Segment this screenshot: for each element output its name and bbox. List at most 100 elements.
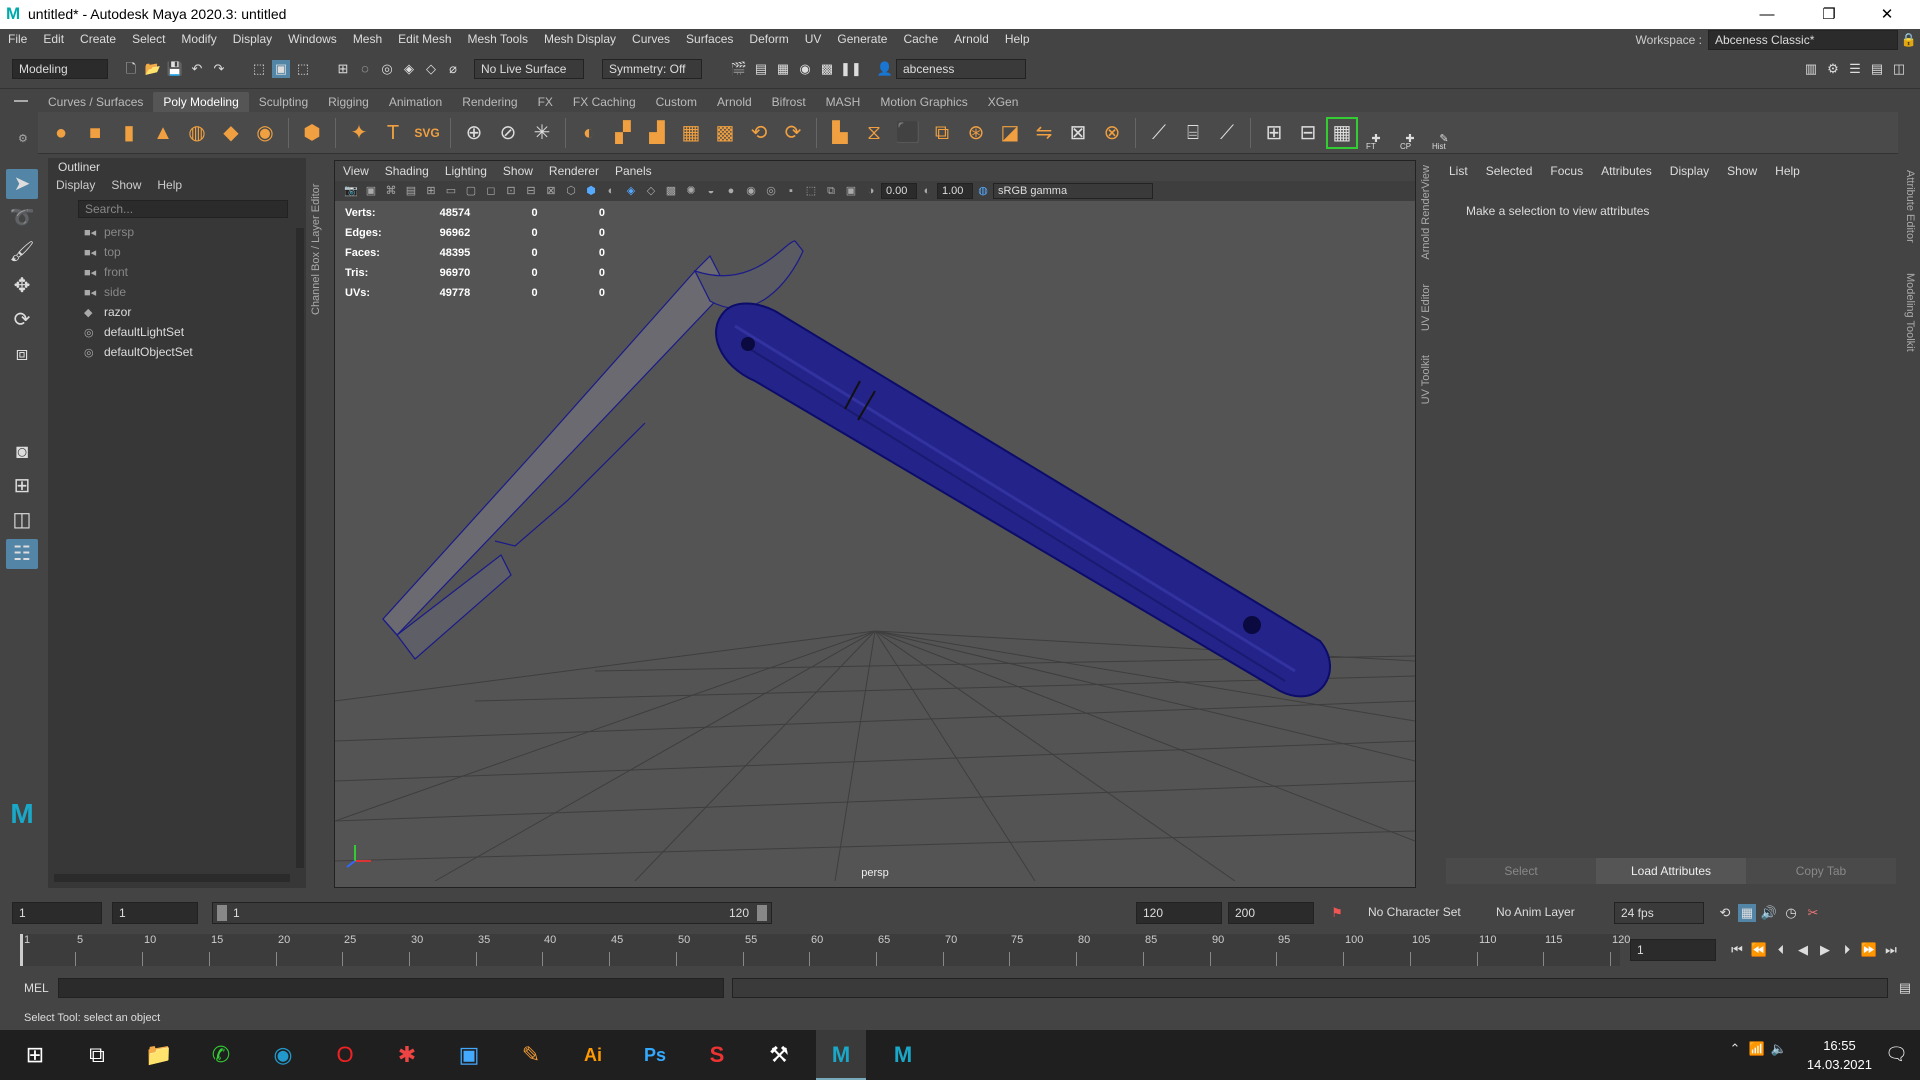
vp-menu-renderer[interactable]: Renderer <box>549 161 599 181</box>
time-editor-icon[interactable]: ◷ <box>1782 904 1800 922</box>
copy-tab-button[interactable]: Copy Tab <box>1746 858 1896 884</box>
anim-layer-dropdown[interactable]: No Anim Layer <box>1490 902 1600 924</box>
maya-taskbar-icon-2[interactable]: M <box>878 1030 928 1080</box>
isolate-select-icon[interactable]: ⬚ <box>804 184 818 198</box>
uv-checker-icon[interactable]: ▦ <box>1326 116 1358 149</box>
wireframe-on-shaded-icon[interactable]: ◈ <box>624 184 638 198</box>
close-button[interactable]: ✕ <box>1864 0 1910 29</box>
tab-mash[interactable]: MASH <box>816 92 871 112</box>
file-explorer-icon[interactable]: 📁 <box>134 1030 184 1080</box>
xray-active-icon[interactable]: ▣ <box>844 184 858 198</box>
scale-tool-icon[interactable]: ⧈ <box>6 339 38 369</box>
menu-edit-mesh[interactable]: Edit Mesh <box>390 29 459 50</box>
undo-icon[interactable]: ↶ <box>188 60 206 78</box>
super-shape-icon[interactable]: ✦ <box>345 119 373 147</box>
go-end-icon[interactable]: ⏭ <box>1882 941 1900 959</box>
outliner-hscrollbar[interactable] <box>54 874 290 882</box>
load-attributes-button[interactable]: Load Attributes <box>1596 858 1746 884</box>
outliner-item[interactable]: ■◂ side <box>48 282 306 302</box>
maya-taskbar-icon[interactable]: M <box>816 1030 866 1080</box>
maximize-button[interactable]: ❐ <box>1806 0 1852 29</box>
bridge-icon[interactable]: ▞ <box>609 119 637 147</box>
paint-select-icon[interactable]: 🖌 <box>6 237 38 267</box>
workspace-dropdown[interactable]: Abceness Classic* <box>1708 29 1898 50</box>
snap-point-icon[interactable]: ◎ <box>378 60 396 78</box>
whatsapp-icon[interactable]: ✆ <box>196 1030 246 1080</box>
poly-torus-icon[interactable]: ◍ <box>183 119 211 147</box>
two-view-icon[interactable]: ◫ <box>6 505 38 535</box>
tool-settings-icon[interactable]: ▤ <box>1868 60 1886 78</box>
tab-motion-graphics[interactable]: Motion Graphics <box>870 92 977 112</box>
snap-surface-icon[interactable]: ◇ <box>422 60 440 78</box>
tab-rigging[interactable]: Rigging <box>318 92 379 112</box>
extrude-icon[interactable]: ◐ <box>575 119 603 147</box>
type-tool-icon[interactable]: T <box>379 119 407 147</box>
menu-mesh[interactable]: Mesh <box>345 29 390 50</box>
connect-icon[interactable]: ⬛ <box>894 119 922 147</box>
play-forward-icon[interactable]: ▶ <box>1816 941 1834 959</box>
tab-uv-toolkit[interactable]: UV Toolkit <box>1420 355 1432 404</box>
select-component-icon[interactable]: ⬚ <box>294 60 312 78</box>
symmetry-dropdown[interactable]: Symmetry: Off <box>602 59 702 79</box>
tab-uv-editor[interactable]: UV Editor <box>1420 284 1432 331</box>
viewport-panel[interactable]: View Shading Lighting Show Renderer Pane… <box>334 160 1416 888</box>
time-slider[interactable]: 1 5 10 15 20 25 30 35 40 45 50 55 60 65 70 75 80 85 90 95 10… <box>20 934 1630 966</box>
vp-menu-view[interactable]: View <box>343 161 369 181</box>
live-surface-field[interactable]: No Live Surface <box>474 59 584 79</box>
poly-sphere-icon[interactable]: ● <box>47 119 75 147</box>
render-settings-icon[interactable]: ▦ <box>774 60 792 78</box>
current-time-marker[interactable] <box>20 934 23 966</box>
safe-action-icon[interactable]: ⊟ <box>524 184 538 198</box>
lasso-tool-icon[interactable]: ➰ <box>6 203 38 233</box>
menu-arnold[interactable]: Arnold <box>946 29 997 50</box>
user-dropdown[interactable]: abceness <box>896 59 1026 79</box>
exposure-field[interactable]: 0.00 <box>881 183 917 199</box>
tab-animation[interactable]: Animation <box>379 92 452 112</box>
attr-menu-list[interactable]: List <box>1449 158 1468 184</box>
range-start-handle[interactable] <box>217 905 227 921</box>
anim-prefs-icon[interactable]: ✂ <box>1804 904 1822 922</box>
gamma-field[interactable]: 1.00 <box>937 183 973 199</box>
select-hierarchy-icon[interactable]: ⬚ <box>250 60 268 78</box>
insert-edge-loop-icon[interactable]: ◪ <box>996 119 1024 147</box>
playback-end-field[interactable]: 120 <box>1136 902 1222 924</box>
attr-menu-display[interactable]: Display <box>1670 158 1709 184</box>
ambient-occlusion-icon[interactable]: ● <box>724 184 738 198</box>
menu-generate[interactable]: Generate <box>829 29 895 50</box>
task-view-icon[interactable]: ⧉ <box>72 1030 122 1080</box>
color-management-icon[interactable]: ◍ <box>976 184 990 198</box>
illustrator-icon[interactable]: Ai <box>568 1030 618 1080</box>
four-view-icon[interactable]: ⊞ <box>6 471 38 501</box>
smooth-shade-icon[interactable]: ⬢ <box>584 184 598 198</box>
tab-arnold-renderview[interactable]: Arnold RenderView <box>1420 165 1432 260</box>
lock-icon[interactable]: 🔒 <box>1900 31 1918 49</box>
substance-icon[interactable]: S <box>692 1030 742 1080</box>
menu-help[interactable]: Help <box>997 29 1038 50</box>
render-view-icon[interactable]: ▩ <box>818 60 836 78</box>
modeling-toolkit-icon[interactable]: ⚙ <box>1824 60 1842 78</box>
mel-input[interactable] <box>58 978 724 998</box>
tab-fx[interactable]: FX <box>528 92 563 112</box>
outliner-menu-help[interactable]: Help <box>157 178 182 192</box>
poly-disc-icon[interactable]: ◉ <box>251 119 279 147</box>
shelf-menu-icon[interactable] <box>14 100 28 102</box>
snap-view-icon[interactable]: ◈ <box>400 60 418 78</box>
svg-tool-icon[interactable]: SVG <box>413 119 441 147</box>
loop-icon[interactable]: ⟲ <box>1716 904 1734 922</box>
textured-icon[interactable]: ▩ <box>664 184 678 198</box>
open-scene-icon[interactable]: 📂 <box>144 60 162 78</box>
photoshop-icon[interactable]: Ps <box>630 1030 680 1080</box>
playback-start-field[interactable]: 1 <box>112 902 198 924</box>
crease-tool-icon[interactable]: ⟋ <box>1145 119 1173 147</box>
select-button[interactable]: Select <box>1446 858 1596 884</box>
rotate-tool-icon[interactable]: ⟳ <box>6 305 38 335</box>
new-scene-icon[interactable]: 🗋 <box>122 60 140 78</box>
tab-bifrost[interactable]: Bifrost <box>762 92 816 112</box>
menu-windows[interactable]: Windows <box>280 29 345 50</box>
mode-dropdown[interactable]: Modeling <box>12 59 108 79</box>
menu-curves[interactable]: Curves <box>624 29 678 50</box>
gate-mask-icon[interactable]: ◻ <box>484 184 498 198</box>
film-gate-icon[interactable]: ▭ <box>444 184 458 198</box>
menu-modify[interactable]: Modify <box>173 29 224 50</box>
uv-auto-icon[interactable]: ⊟ <box>1294 119 1322 147</box>
